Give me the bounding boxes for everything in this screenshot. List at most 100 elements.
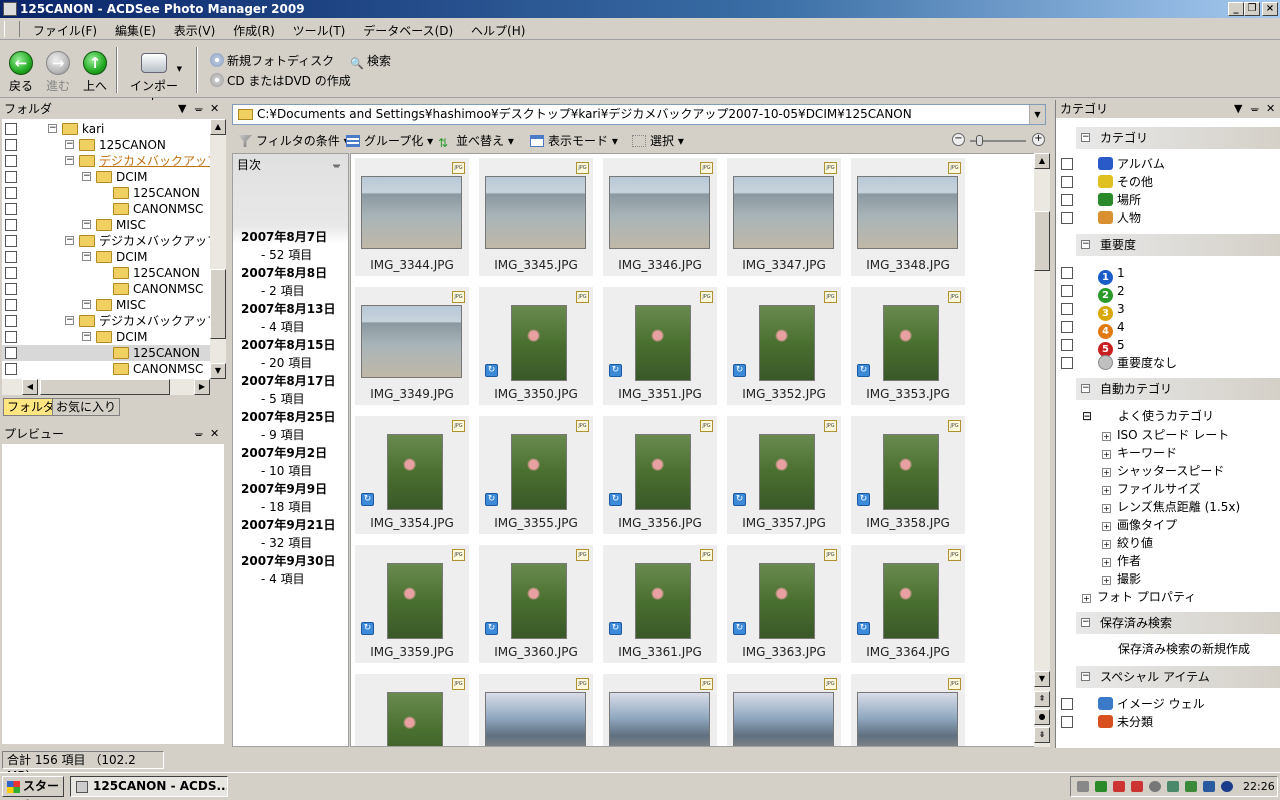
filter-button[interactable]: フィルタの条件 ▾: [238, 132, 350, 149]
special-items-section[interactable]: − スペシャル アイテム: [1076, 666, 1280, 688]
thumbnail-item[interactable]: JPG ↻ IMG_3360.JPG: [479, 545, 593, 663]
pin-icon[interactable]: ᚚ: [1251, 100, 1259, 118]
folder-checkbox[interactable]: [5, 363, 17, 375]
folder-tree-scrollbar[interactable]: ▲ ▼: [210, 119, 226, 379]
thumbnail-item[interactable]: JPG ↻ IMG_3350.JPG: [479, 287, 593, 405]
network-icon[interactable]: [1095, 781, 1107, 792]
thumbnail-item[interactable]: JPG IMG_3348.JPG: [851, 158, 965, 276]
folder-tree-row[interactable]: − MISC: [2, 217, 210, 233]
category-checkbox[interactable]: [1061, 321, 1073, 333]
tree-expand-icon[interactable]: +: [1082, 594, 1091, 603]
panel-close-icon[interactable]: ✕: [1266, 100, 1275, 118]
taskbar-app-button[interactable]: 125CANON - ACDS...: [70, 776, 228, 797]
folder-tree-row[interactable]: CANONMSC: [2, 201, 210, 217]
cd-dvd-button[interactable]: CD またはDVD の作成: [210, 72, 351, 89]
rating-section[interactable]: − 重要度: [1076, 234, 1280, 256]
group-button[interactable]: グループ化 ▾: [346, 132, 433, 149]
tree-expand-icon[interactable]: +: [1102, 576, 1111, 585]
folder-tree-row[interactable]: − デジカメバックアップ2007: [2, 153, 210, 169]
toc-date[interactable]: 2007年9月2日: [241, 444, 327, 461]
collapse-icon[interactable]: −: [1081, 133, 1090, 142]
collapse-icon[interactable]: −: [1081, 672, 1090, 681]
toc-date[interactable]: 2007年9月9日: [241, 480, 327, 497]
menu-database[interactable]: データベース(D): [356, 18, 460, 39]
collapse-icon[interactable]: −: [1081, 384, 1090, 393]
disconnected-icon[interactable]: [1131, 781, 1143, 792]
category-checkbox[interactable]: [1061, 212, 1073, 224]
category-checkbox[interactable]: [1061, 267, 1073, 279]
category-item[interactable]: 人物: [1098, 209, 1141, 227]
security-icon[interactable]: [1149, 781, 1161, 792]
category-item[interactable]: その他: [1098, 173, 1153, 191]
new-saved-search-item[interactable]: 保存済み検索の新規作成: [1118, 640, 1250, 658]
category-checkbox[interactable]: [1061, 698, 1073, 710]
folder-checkbox[interactable]: [5, 235, 17, 247]
menu-edit[interactable]: 編集(E): [108, 18, 163, 39]
folder-tree-row[interactable]: − MISC: [2, 297, 210, 313]
path-bar[interactable]: C:¥Documents and Settings¥hashimoo¥デスクトッ…: [232, 104, 1046, 125]
dropdown-arrow-icon[interactable]: ▼: [1029, 105, 1045, 124]
folder-tree-row[interactable]: − kari: [2, 121, 210, 137]
thumbnail-item[interactable]: JPG: [603, 674, 717, 746]
menu-view[interactable]: 表示(V): [167, 18, 223, 39]
toc-date[interactable]: 2007年9月30日: [241, 552, 335, 569]
category-item[interactable]: 場所: [1098, 191, 1141, 209]
category-item[interactable]: アルバム: [1098, 155, 1165, 173]
zoom-thumb[interactable]: [976, 135, 983, 146]
back-button[interactable]: ← 戻る: [6, 51, 36, 94]
folder-checkbox[interactable]: [5, 187, 17, 199]
tree-expand-icon[interactable]: +: [1102, 540, 1111, 549]
tree-expand-icon[interactable]: +: [1102, 558, 1111, 567]
folder-tree-row[interactable]: CANONMSC: [2, 361, 210, 377]
tab-favorites[interactable]: お気に入り: [52, 398, 121, 416]
panel-menu-icon[interactable]: ▼: [1234, 100, 1242, 118]
category-checkbox[interactable]: [1061, 716, 1073, 728]
thumbnail-item[interactable]: JPG IMG_3349.JPG: [355, 287, 469, 405]
thumbnail-item[interactable]: JPG: [727, 674, 841, 746]
rating-item[interactable]: 11: [1098, 264, 1125, 285]
close-button[interactable]: ×: [1262, 2, 1278, 16]
thumbnail-item[interactable]: JPG ↻ IMG_3355.JPG: [479, 416, 593, 534]
auto-category-item[interactable]: + キーワード: [1102, 444, 1177, 462]
auto-category-item[interactable]: + ファイルサイズ: [1102, 480, 1201, 498]
scroll-right-icon[interactable]: ▶: [194, 379, 210, 395]
tab-folders[interactable]: フォルダ: [3, 398, 60, 416]
scroll-left-icon[interactable]: ◀: [22, 379, 38, 395]
minimize-button[interactable]: _: [1228, 2, 1244, 16]
folder-checkbox[interactable]: [5, 283, 17, 295]
scroll-down-icon[interactable]: ▼: [1034, 671, 1050, 687]
scroll-up-icon[interactable]: ▲: [210, 119, 226, 135]
menu-tools[interactable]: ツール(T): [286, 18, 353, 39]
menu-create[interactable]: 作成(R): [226, 18, 282, 39]
toc-date[interactable]: 2007年8月7日: [241, 228, 327, 245]
tree-expand-icon[interactable]: +: [1102, 450, 1111, 459]
folder-tree-row[interactable]: − 125CANON: [2, 137, 210, 153]
thumbnail-item[interactable]: JPG IMG_3345.JPG: [479, 158, 593, 276]
folder-tree-row[interactable]: 125CANON: [2, 185, 210, 201]
saved-search-section[interactable]: − 保存済み検索: [1076, 612, 1280, 634]
folder-tree-row[interactable]: 125CANON: [2, 265, 210, 281]
collapse-icon[interactable]: −: [1081, 618, 1090, 627]
folder-tree-row[interactable]: − DCIM: [2, 249, 210, 265]
rating-item[interactable]: 22: [1098, 282, 1125, 303]
auto-category-item[interactable]: + 画像タイプ: [1102, 516, 1177, 534]
thumbnail-item[interactable]: JPG: [479, 674, 593, 746]
disconnected-icon[interactable]: [1113, 781, 1125, 792]
scroll-home-icon[interactable]: ●: [1034, 709, 1050, 725]
tree-expand-icon[interactable]: +: [1102, 432, 1111, 441]
category-checkbox[interactable]: [1061, 339, 1073, 351]
volume-icon[interactable]: [1203, 781, 1215, 792]
folder-checkbox[interactable]: [5, 299, 17, 311]
toc-date[interactable]: 2007年8月25日: [241, 408, 335, 425]
thumbnail-item[interactable]: JPG ↻ IMG_3353.JPG: [851, 287, 965, 405]
thumbnail-item[interactable]: JPG ↻ IMG_3356.JPG: [603, 416, 717, 534]
zoom-slider[interactable]: − +: [952, 133, 1045, 147]
thumbnail-item[interactable]: JPG ↻ IMG_3361.JPG: [603, 545, 717, 663]
tree-collapse-icon[interactable]: −: [65, 156, 74, 165]
tree-collapse-icon[interactable]: −: [82, 300, 91, 309]
category-checkbox[interactable]: [1061, 158, 1073, 170]
select-button[interactable]: 選択 ▾: [632, 132, 684, 149]
auto-categories-section[interactable]: − 自動カテゴリ: [1076, 378, 1280, 400]
sort-button[interactable]: ⇅ 並べ替え ▾: [438, 132, 514, 149]
search-button[interactable]: 🔍 検索: [350, 52, 391, 71]
